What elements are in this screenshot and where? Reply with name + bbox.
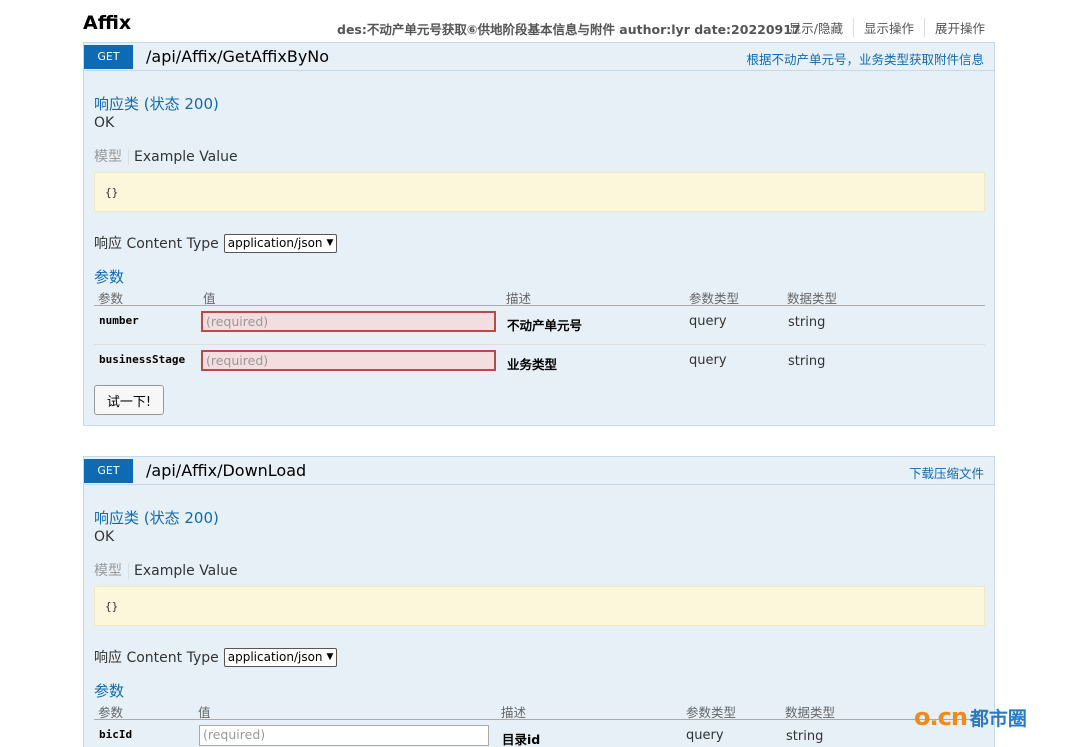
http-method-badge[interactable]: GET — [84, 45, 133, 69]
chevron-down-icon: ▼ — [326, 652, 334, 662]
parameter-row: number (required) 不动产单元号 query string — [94, 306, 985, 345]
operation-get-affix-by-no: GET /api/Affix/GetAffixByNo 根据不动产单元号，业务类… — [83, 42, 995, 426]
operation-path[interactable]: /api/Affix/DownLoad — [146, 461, 306, 480]
example-value-box[interactable]: {} — [94, 172, 985, 212]
param-name: businessStage — [99, 353, 186, 366]
resource-heading: Affix des:不动产单元号获取⑥供地阶段基本信息与附件 author:ly… — [83, 12, 985, 38]
parameters-header-row: 参数 值 描述 参数类型 数据类型 — [94, 288, 985, 306]
parameters-table: 参数 值 描述 参数类型 数据类型 number (required) 不动产单… — [94, 288, 985, 384]
watermark-brand: 都市圈 — [969, 707, 1027, 730]
http-method-badge[interactable]: GET — [84, 459, 133, 483]
response-class-title: 响应类 (状态 200) — [94, 95, 219, 113]
business-stage-input[interactable]: (required) — [201, 350, 496, 371]
response-status: OK — [94, 115, 115, 131]
param-name: bicId — [99, 728, 133, 741]
param-type: query — [689, 314, 727, 329]
content-type-select[interactable]: application/json ▼ — [223, 647, 338, 667]
signature-tabs: 模型 Example Value — [94, 146, 238, 166]
response-status: OK — [94, 529, 115, 545]
example-value-tab[interactable]: Example Value — [129, 149, 238, 165]
param-type: query — [689, 353, 727, 368]
signature-tabs: 模型 Example Value — [94, 560, 238, 580]
param-data-type: string — [788, 354, 826, 369]
param-name: number — [99, 314, 139, 327]
number-input[interactable]: (required) — [201, 311, 496, 332]
content-type-label: 响应 Content Type — [94, 236, 219, 252]
response-class-title: 响应类 (状态 200) — [94, 509, 219, 527]
content-type-select[interactable]: application/json ▼ — [223, 233, 338, 253]
operation-header[interactable]: GET /api/Affix/GetAffixByNo 根据不动产单元号，业务类… — [84, 43, 994, 71]
operation-path[interactable]: /api/Affix/GetAffixByNo — [146, 47, 329, 66]
expand-operations-link[interactable]: 展开操作 — [925, 18, 985, 37]
header-value: 值 — [203, 291, 216, 306]
header-data-type: 数据类型 — [787, 291, 838, 306]
content-type-label: 响应 Content Type — [94, 650, 219, 666]
example-value-tab[interactable]: Example Value — [129, 563, 238, 579]
parameters-table: 参数 值 描述 参数类型 数据类型 bicId (required) 目录id … — [94, 702, 985, 747]
header-description: 描述 — [501, 705, 527, 720]
header-param: 参数 — [98, 705, 124, 720]
model-tab[interactable]: 模型 — [94, 149, 129, 165]
param-description: 目录id — [502, 732, 541, 747]
parameters-title: 参数 — [94, 682, 125, 700]
param-description: 不动产单元号 — [507, 318, 583, 333]
toggle-visibility-link[interactable]: 显示/隐藏 — [789, 18, 854, 37]
header-param-type: 参数类型 — [689, 291, 740, 306]
operation-download: GET /api/Affix/DownLoad 下载压缩文件 响应类 (状态 2… — [83, 456, 995, 747]
parameters-title: 参数 — [94, 268, 125, 286]
param-description: 业务类型 — [507, 357, 558, 372]
header-data-type: 数据类型 — [785, 705, 836, 720]
param-data-type: string — [788, 315, 826, 330]
watermark-logo: o.cn — [914, 703, 968, 731]
param-type: query — [686, 728, 724, 743]
header-description: 描述 — [506, 291, 532, 306]
header-param-type: 参数类型 — [686, 705, 737, 720]
header-value: 值 — [198, 705, 211, 720]
example-value-box[interactable]: {} — [94, 586, 985, 626]
parameter-row: businessStage (required) 业务类型 query stri… — [94, 345, 985, 384]
parameters-header-row: 参数 值 描述 参数类型 数据类型 — [94, 702, 985, 720]
resource-description: des:不动产单元号获取⑥供地阶段基本信息与附件 author:lyr date… — [337, 22, 801, 37]
response-content-type: 响应 Content Type application/json ▼ — [94, 233, 338, 253]
response-content-type: 响应 Content Type application/json ▼ — [94, 647, 338, 667]
watermark: o.cn 都市圈 — [914, 703, 1027, 731]
parameter-row: bicId (required) 目录id query string — [94, 720, 985, 747]
resource-title[interactable]: Affix — [83, 12, 131, 34]
operation-summary[interactable]: 根据不动产单元号，业务类型获取附件信息 — [746, 49, 984, 68]
chevron-down-icon: ▼ — [326, 238, 334, 248]
bic-id-input[interactable]: (required) — [199, 725, 489, 746]
operation-summary[interactable]: 下载压缩文件 — [909, 463, 984, 482]
header-param: 参数 — [98, 291, 124, 306]
resource-options: 显示/隐藏 显示操作 展开操作 — [789, 18, 985, 37]
model-tab[interactable]: 模型 — [94, 563, 129, 579]
operation-header[interactable]: GET /api/Affix/DownLoad 下载压缩文件 — [84, 457, 994, 485]
try-it-out-button[interactable]: 试一下! — [94, 385, 164, 415]
param-data-type: string — [786, 729, 824, 744]
list-operations-link[interactable]: 显示操作 — [854, 18, 925, 37]
